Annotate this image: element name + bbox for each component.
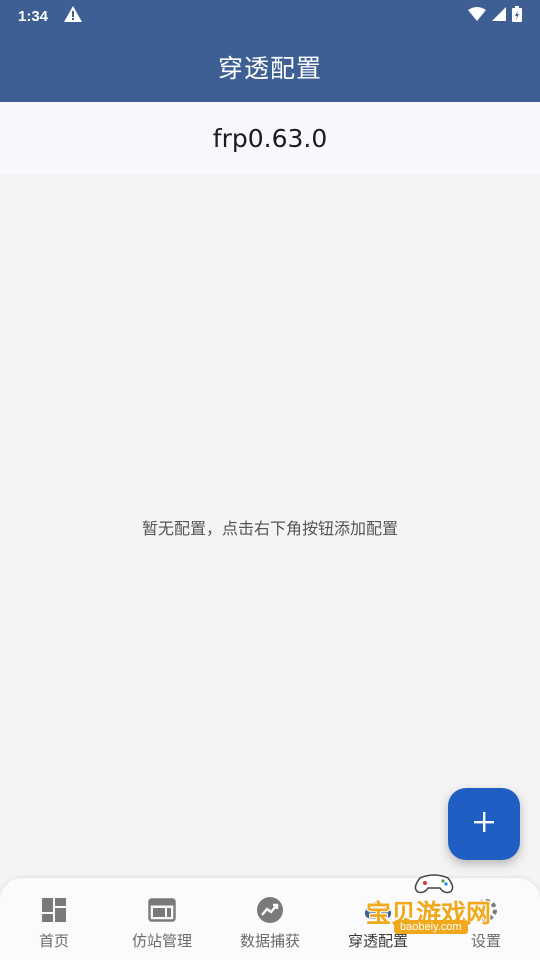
config-list-area: 暂无配置，点击右下角按钮添加配置 [0, 174, 540, 880]
settings-icon [472, 896, 500, 924]
cloud-icon [364, 896, 392, 924]
nav-item-tunnel-config[interactable]: 穿透配置 [324, 878, 432, 960]
status-bar: 1:34 [0, 0, 540, 32]
status-time: 1:34 [18, 7, 49, 25]
nav-item-data-capture[interactable]: 数据捕获 [216, 878, 324, 960]
nav-label-home: 首页 [38, 932, 69, 950]
nav-item-site-clone[interactable]: 仿站管理 [108, 878, 216, 960]
page-title: 穿透配置 [217, 54, 322, 83]
signal-icon [492, 7, 506, 25]
nav-label-settings: 设置 [470, 932, 501, 950]
version-label: frp0.63.0 [212, 123, 328, 153]
nav-item-home[interactable]: 首页 [0, 878, 108, 960]
empty-state-message: 暂无配置，点击右下角按钮添加配置 [141, 519, 398, 538]
battery-icon [512, 6, 522, 26]
warning-icon [64, 6, 83, 26]
wifi-icon [468, 7, 486, 25]
plus-icon [473, 811, 495, 837]
dashboard-icon [40, 896, 68, 924]
add-config-button[interactable] [448, 788, 520, 860]
nav-item-settings[interactable]: 设置 [432, 878, 540, 960]
nav-label-site-clone: 仿站管理 [131, 932, 192, 950]
web-window-icon [148, 896, 176, 924]
version-bar: frp0.63.0 [0, 102, 540, 174]
trending-icon [256, 896, 284, 924]
app-bar: 穿透配置 [0, 32, 540, 102]
nav-label-tunnel-config: 穿透配置 [347, 932, 408, 950]
nav-label-data-capture: 数据捕获 [239, 932, 300, 950]
bottom-navigation: 首页 仿站管理 数据捕获 穿透配置 设置 [0, 878, 540, 960]
